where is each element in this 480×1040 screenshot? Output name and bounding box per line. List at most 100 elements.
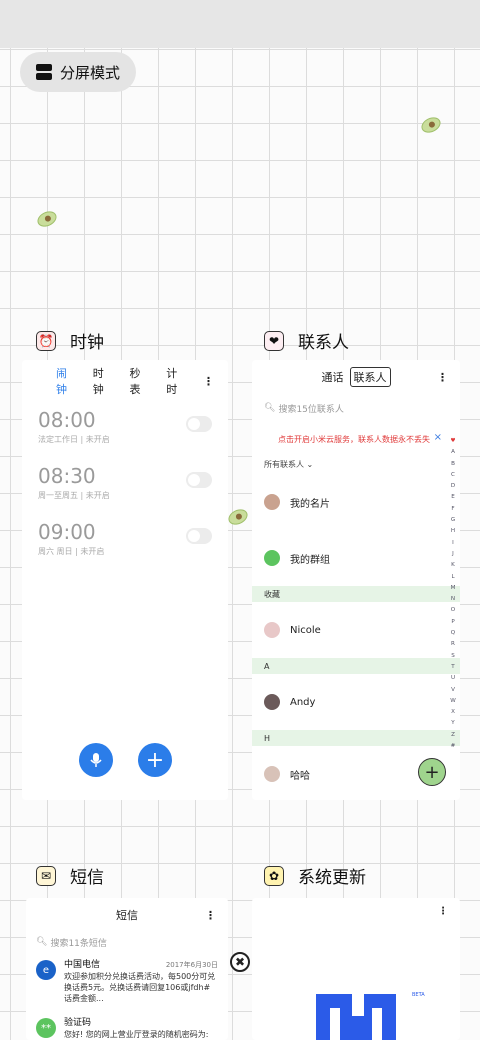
alphabet-letter[interactable]: Z (451, 730, 455, 741)
alphabet-letter[interactable]: M (451, 583, 456, 594)
close-icon[interactable]: × (434, 432, 442, 443)
contacts-search-input[interactable]: 🔍︎ 搜索15位联系人 (260, 398, 452, 418)
avocado-decoration-icon (418, 114, 444, 136)
section-header-h: H (252, 730, 460, 746)
contacts-app-title: 联系人 (298, 333, 349, 353)
contact-name: Nicole (290, 624, 321, 636)
avatar (264, 494, 280, 510)
alarm-desc: 周六 周日 | 未开启 (38, 547, 105, 556)
alphabet-letter[interactable]: B (451, 459, 455, 470)
alphabet-letter[interactable]: O (451, 605, 455, 616)
contacts-tabs: 通话 联系人 ⋮ (252, 360, 460, 394)
contacts-app-header[interactable]: ❤ 联系人 (264, 328, 349, 353)
alphabet-letter[interactable]: X (451, 707, 455, 718)
contact-row[interactable]: Nicole (252, 602, 460, 658)
my-card-label: 我的名片 (290, 498, 330, 510)
update-app-title: 系统更新 (298, 868, 366, 888)
tab-stopwatch[interactable]: 秒表 (130, 365, 149, 397)
alarm-item[interactable]: 08:00 法定工作日 | 未开启 (22, 408, 228, 464)
sms-app-icon: ✉ (36, 865, 56, 886)
contacts-app-preview[interactable]: 通话 联系人 ⋮ 🔍︎ 搜索15位联系人 点击开启小米云服务，联系人数据永不丢失… (252, 360, 460, 800)
alphabet-letter[interactable]: J (452, 549, 454, 560)
alphabet-letter[interactable]: F (451, 504, 454, 515)
alphabet-letter[interactable]: Q (451, 628, 455, 639)
clock-tabs: 闹钟 时钟 秒表 计时 ⋮ (22, 360, 228, 402)
alarm-desc: 法定工作日 | 未开启 (38, 435, 110, 444)
add-contact-button[interactable]: + (418, 758, 446, 786)
close-all-button[interactable]: ✖ (230, 952, 250, 972)
alphabet-letter[interactable]: A (451, 447, 455, 458)
tab-timer[interactable]: 计时 (166, 365, 185, 397)
status-bar-strip (0, 0, 480, 48)
avocado-decoration-icon (225, 506, 251, 528)
alphabet-letter[interactable]: I (452, 538, 454, 549)
sms-app-title: 短信 (70, 868, 104, 888)
alphabet-letter[interactable]: C (451, 470, 455, 481)
search-placeholder: 搜索15位联系人 (278, 404, 344, 415)
tab-clock[interactable]: 时钟 (93, 365, 112, 397)
tab-calls[interactable]: 通话 (322, 369, 344, 385)
sms-app-preview[interactable]: 短信 ⋮ 🔍︎ 搜索11条短信 e 中国电信 欢迎参加积分兑换话费活动，每500… (26, 898, 228, 1040)
avatar (264, 766, 280, 782)
more-icon[interactable]: ⋮ (203, 375, 214, 388)
message-date: 2017年6月30日 (165, 961, 218, 969)
alphabet-letter[interactable]: V (451, 685, 455, 696)
alarm-item[interactable]: 09:00 周六 周日 | 未开启 (22, 520, 228, 576)
sms-header-title: 短信 (116, 909, 138, 922)
message-item[interactable]: e 中国电信 欢迎参加积分兑换话费活动，每500分可兑换话费5元。兑换话费请回复… (26, 952, 228, 1010)
sms-header: 短信 ⋮ (26, 898, 228, 932)
more-icon[interactable]: ⋮ (205, 909, 216, 922)
message-item[interactable]: ** 验证码 您好! 您的网上营业厅登录的随机密码为: (26, 1010, 228, 1040)
alphabet-letter[interactable]: # (451, 741, 456, 752)
alphabet-letter[interactable]: D (451, 481, 455, 492)
more-icon[interactable]: ⋮ (437, 371, 448, 384)
plus-icon: + (145, 747, 165, 773)
alarm-toggle[interactable] (186, 472, 212, 488)
alphabet-letter[interactable]: E (451, 492, 455, 503)
split-screen-button[interactable]: 分屏模式 (20, 52, 137, 92)
split-screen-label: 分屏模式 (60, 63, 121, 82)
contacts-filter-dropdown[interactable]: 所有联系人 ⌄ (252, 455, 460, 474)
alphabet-letter[interactable]: Y (451, 718, 454, 729)
alphabet-letter[interactable]: P (451, 617, 454, 628)
alphabet-letter[interactable]: R (451, 639, 455, 650)
alphabet-letter[interactable]: N (451, 594, 455, 605)
alphabet-letter[interactable]: L (451, 572, 454, 583)
tab-contacts[interactable]: 联系人 (349, 367, 391, 387)
add-alarm-button[interactable]: + (138, 743, 172, 777)
alphabet-index[interactable]: ♥ A B C D E F G H I J K L M N O P Q R S … (448, 436, 458, 752)
alphabet-letter[interactable]: G (451, 515, 455, 526)
sms-search-input[interactable]: 🔍︎ 搜索11条短信 (26, 932, 228, 952)
sms-app-header[interactable]: ✉ 短信 (36, 863, 104, 888)
section-header-favorites: 收藏 (252, 586, 460, 602)
my-card-row[interactable]: 我的名片 (252, 474, 460, 530)
alphabet-letter[interactable]: H (451, 526, 455, 537)
alphabet-letter[interactable]: K (451, 560, 455, 571)
search-icon: 🔍︎ (36, 937, 48, 947)
alphabet-letter[interactable]: W (450, 696, 456, 707)
contact-row[interactable]: Andy (252, 674, 460, 730)
section-header-a: A (252, 658, 460, 674)
message-preview: 您好! 您的网上营业厅登录的随机密码为: (64, 1030, 209, 1039)
more-icon[interactable]: ⋮ (438, 906, 448, 917)
cloud-sync-banner[interactable]: 点击开启小米云服务，联系人数据永不丢失 × (252, 422, 460, 455)
verification-code-icon: ** (36, 1018, 56, 1038)
alarm-toggle[interactable] (186, 416, 212, 432)
voice-alarm-button[interactable] (79, 743, 113, 777)
my-groups-row[interactable]: 我的群组 (252, 530, 460, 586)
clock-app-header[interactable]: ⏰ 时钟 (36, 328, 104, 353)
tab-alarm[interactable]: 闹钟 (56, 365, 75, 397)
alphabet-letter[interactable]: U (451, 673, 455, 684)
clock-app-preview[interactable]: 闹钟 时钟 秒表 计时 ⋮ 08:00 法定工作日 | 未开启 08:30 周一… (22, 360, 228, 800)
message-sender: 验证码 (64, 1018, 92, 1028)
alarm-toggle[interactable] (186, 528, 212, 544)
alarm-item[interactable]: 08:30 周一至周五 | 未开启 (22, 464, 228, 520)
close-icon: ✖ (234, 955, 246, 969)
chevron-down-icon: ⌄ (306, 460, 314, 469)
alphabet-letter[interactable]: S (451, 651, 455, 662)
alphabet-letter[interactable]: ♥ (450, 436, 455, 447)
alphabet-letter[interactable]: T (451, 662, 454, 673)
update-app-header[interactable]: ✿ 系统更新 (264, 863, 366, 888)
alarm-desc: 周一至周五 | 未开启 (38, 491, 110, 500)
update-app-preview[interactable]: ⋮ BETA (252, 898, 460, 1040)
